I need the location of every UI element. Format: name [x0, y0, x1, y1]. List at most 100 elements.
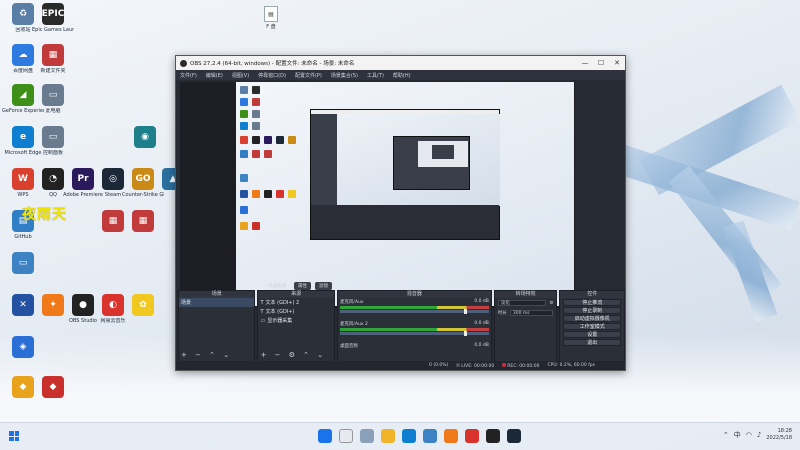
- rec-status: REC: 00:00:00: [502, 362, 540, 369]
- app-icon: ▭: [42, 126, 64, 148]
- menu-docks[interactable]: 停靠窗口(D): [258, 72, 286, 79]
- app-icon: ◈: [12, 336, 34, 358]
- maximize-icon[interactable]: ☐: [593, 59, 609, 67]
- store-icon[interactable]: [423, 429, 437, 443]
- studio-mode-button[interactable]: 工作室模式: [563, 323, 621, 330]
- filters-button[interactable]: 滤镜: [315, 282, 332, 290]
- desktop-icon-label: 新建文件夹: [40, 68, 66, 74]
- app-icon: ✿: [132, 294, 154, 316]
- obs-docks: 场景 场景 + − ⌃ ⌄ 来源 T 文本 (GDI+) 2 T 文本 (GDI+)…: [176, 290, 627, 362]
- menu-file[interactable]: 文件(F): [180, 72, 197, 79]
- properties-button[interactable]: 属性: [294, 282, 311, 290]
- app-icon: ◎: [102, 168, 124, 190]
- mixer-channel: 麦克风/Aux 2 0.0 dB: [338, 320, 491, 336]
- obs-icon[interactable]: [486, 429, 500, 443]
- sources-panel: 来源 T 文本 (GDI+) 2 T 文本 (GDI+) ▭ 显示器采集 + − ⚙ …: [257, 290, 335, 362]
- desktop-icon[interactable]: ✕: [6, 294, 40, 318]
- source-item[interactable]: T 文本 (GDI+): [258, 307, 333, 316]
- desktop-icon-label: 网易云音乐: [100, 318, 126, 324]
- desktop-file-icon[interactable]: ▤ F 盘: [258, 6, 284, 30]
- app-icon: ◆: [12, 376, 34, 398]
- virtual-camera-button[interactable]: 启动虚拟摄像机: [563, 315, 621, 322]
- desktop-icon-label: GitHub: [14, 234, 32, 240]
- mixer-title: 混音器: [337, 291, 491, 298]
- desktop-icon[interactable]: GO Counter-Strike Global Off: [122, 168, 164, 198]
- text-icon: T: [260, 308, 264, 315]
- app-icon: ▦: [42, 44, 64, 66]
- menu-help[interactable]: 帮助(H): [393, 72, 411, 79]
- taskbar-apps: [318, 429, 521, 443]
- close-icon[interactable]: ✕: [609, 59, 625, 67]
- preview-nested-obs: [310, 109, 500, 240]
- start-icon[interactable]: [9, 431, 19, 441]
- app-icon: ◢: [12, 84, 34, 106]
- desktop-icon[interactable]: ▦: [126, 210, 160, 234]
- desktop-icon[interactable]: ◆: [36, 376, 70, 400]
- gear-icon[interactable]: ⚙: [549, 301, 553, 306]
- edge-icon[interactable]: [402, 429, 416, 443]
- exit-button[interactable]: 退出: [563, 339, 621, 346]
- app-icon: ☁: [12, 44, 34, 66]
- preview-canvas: [236, 82, 574, 306]
- app-icon: ♻: [12, 3, 34, 25]
- windows-icon[interactable]: [318, 429, 332, 443]
- file-explorer-icon[interactable]: [381, 429, 395, 443]
- desktop-icon[interactable]: ◆: [6, 376, 40, 400]
- desktop-icon[interactable]: ▭: [6, 252, 40, 276]
- volume-slider[interactable]: [339, 309, 489, 314]
- settings-button[interactable]: 设置: [563, 331, 621, 338]
- menu-tools[interactable]: 工具(T): [367, 72, 384, 79]
- clock[interactable]: 18:28 2022/5/18: [766, 428, 792, 442]
- source-item[interactable]: ▭ 显示器采集: [258, 316, 333, 325]
- obs-window[interactable]: OBS 27.2.4 (64-bit, windows) - 配置文件: 未命名…: [175, 55, 626, 371]
- source-controls[interactable]: + − ⚙ ⌃ ⌄: [260, 351, 326, 359]
- duration-input[interactable]: 300 ms: [509, 310, 554, 316]
- menu-profile[interactable]: 配置文件(P): [295, 72, 322, 79]
- source-toolbar: 未选择源 属性 滤镜: [264, 282, 332, 290]
- app-icon[interactable]: [444, 429, 458, 443]
- duration-label: 时长: [497, 311, 507, 316]
- desktop-icon[interactable]: ✦: [36, 294, 70, 318]
- obs-titlebar[interactable]: OBS 27.2.4 (64-bit, windows) - 配置文件: 未命名…: [176, 56, 625, 70]
- app-icon: EPIC: [42, 3, 64, 25]
- desktop-icon[interactable]: ▦ 新建文件夹: [36, 44, 70, 74]
- app-icon: GO: [132, 168, 154, 190]
- wifi-icon[interactable]: ◠: [746, 431, 752, 439]
- desktop-icon[interactable]: ▦: [96, 210, 130, 234]
- minimize-icon[interactable]: —: [577, 59, 593, 67]
- chevron-up-icon[interactable]: ⌃: [723, 431, 729, 439]
- volume-icon[interactable]: ♪: [757, 431, 761, 439]
- menu-scene-collection[interactable]: 场景集合(S): [331, 72, 358, 79]
- app-icon: ◆: [42, 376, 64, 398]
- desktop-icon[interactable]: ◐ 网易云音乐: [96, 294, 130, 324]
- volume-slider[interactable]: [339, 331, 489, 336]
- app-icon: ◉: [134, 126, 156, 148]
- desktop-icon[interactable]: ▭ 此电脑: [36, 84, 70, 114]
- obs-preview[interactable]: [180, 82, 575, 308]
- music-icon[interactable]: [465, 429, 479, 443]
- text-icon: T: [260, 299, 264, 306]
- search-icon[interactable]: [339, 429, 353, 443]
- obs-logo-icon: [180, 59, 187, 67]
- stop-streaming-button[interactable]: 停止推流: [563, 299, 621, 306]
- task-view-icon[interactable]: [360, 429, 374, 443]
- transition-select[interactable]: 淡化: [497, 300, 547, 306]
- app-icon: ●: [72, 294, 94, 316]
- mixer-channel: 麦克风/Aux 0.0 dB: [338, 298, 491, 314]
- source-item[interactable]: T 文本 (GDI+) 2: [258, 298, 333, 307]
- scene-controls[interactable]: + − ⌃ ⌄: [181, 351, 232, 359]
- watermark-text: 夜雨天: [22, 207, 67, 223]
- steam-icon[interactable]: [507, 429, 521, 443]
- stop-recording-button[interactable]: 停止录制: [563, 307, 621, 314]
- lang-indicator[interactable]: 中: [734, 430, 741, 440]
- menu-edit[interactable]: 编辑(E): [206, 72, 223, 79]
- desktop-icon[interactable]: ▭ 控制面板: [36, 126, 70, 156]
- desktop-icon[interactable]: ◉: [128, 126, 162, 150]
- dropped-frames: 0 (0.0%): [429, 363, 449, 368]
- scene-item[interactable]: 场景: [179, 298, 255, 307]
- desktop-icon[interactable]: EPIC Epic Games Launcher: [32, 3, 74, 33]
- obs-menubar: 文件(F) 编辑(E) 视图(V) 停靠窗口(D) 配置文件(P) 场景集合(S…: [176, 70, 625, 80]
- desktop-icon[interactable]: ✿: [126, 294, 160, 318]
- menu-view[interactable]: 视图(V): [232, 72, 249, 79]
- desktop-icon[interactable]: ◈: [6, 336, 40, 360]
